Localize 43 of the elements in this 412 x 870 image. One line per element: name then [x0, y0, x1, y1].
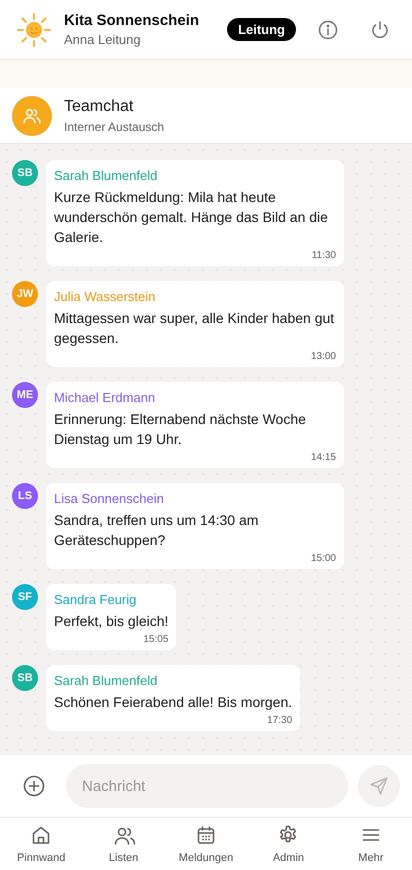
nav-tab[interactable]: Listen: [82, 818, 165, 870]
sender-name: Sandra Feurig: [54, 592, 138, 607]
nav-tab[interactable]: Meldungen: [164, 818, 248, 870]
message-text: Kurze Rückmeldung: Mila hat heute wunderschön gemalt. Hänge das Bild an die Galerie.: [54, 188, 329, 247]
message-time: 17:30: [267, 715, 292, 726]
message-text: Perfekt, bis gleich!: [54, 612, 168, 631]
chat-title: Teamchat: [64, 98, 134, 116]
sender-name: Michael Erdmann: [54, 390, 156, 405]
plus-icon: [23, 775, 45, 797]
chat-subtitle: Interner Austausch: [64, 120, 164, 134]
message-text: Sandra, treffen uns um 14:30 am Geräteschuppen?: [54, 511, 260, 550]
group-avatar: [12, 96, 52, 136]
app-title: Kita Sonnenschein: [64, 12, 200, 29]
nav-tab[interactable]: Pinnwand: [0, 818, 82, 870]
avatar: ME: [12, 382, 38, 408]
avatar: LS: [12, 483, 38, 509]
message-text: Mittagessen war super, alle Kinder haben gut gegessen.: [54, 309, 336, 348]
message-time: 14:15: [310, 452, 336, 463]
user-name: Anna Leitung: [64, 32, 142, 47]
message-time: 11:30: [312, 250, 336, 261]
power-icon: [370, 20, 390, 40]
role-badge: Leitung: [227, 18, 296, 41]
avatar: SF: [12, 584, 38, 610]
message-time: 13:00: [310, 351, 336, 362]
avatar: SB: [12, 665, 38, 691]
sender-name: Lisa Sonnenschein: [54, 491, 165, 506]
message-text: Erinnerung: Elternabend nächste Woche Dienstag um 19 Uhr.: [54, 410, 307, 449]
message-time: 15:05: [143, 634, 168, 645]
calendar-icon: [195, 824, 218, 846]
send-icon: [369, 776, 389, 796]
home-icon: [30, 824, 52, 846]
nav-tab[interactable]: Mehr: [330, 818, 412, 870]
message-text: Schönen Feierabend alle! Bis morgen.: [54, 693, 292, 712]
nav-tab[interactable]: Admin: [247, 818, 330, 870]
sun-icon: [16, 12, 52, 48]
sender-name: Sarah Blumenfeld: [54, 673, 158, 688]
message-time: 15:00: [310, 553, 336, 564]
avatar: SB: [12, 160, 38, 186]
info-icon: [318, 20, 338, 40]
avatar: JW: [12, 281, 38, 307]
sender-name: Julia Wasserstein: [54, 289, 156, 304]
sender-name: Sarah Blumenfeld: [54, 168, 158, 183]
message-input[interactable]: Nachricht: [66, 764, 348, 808]
